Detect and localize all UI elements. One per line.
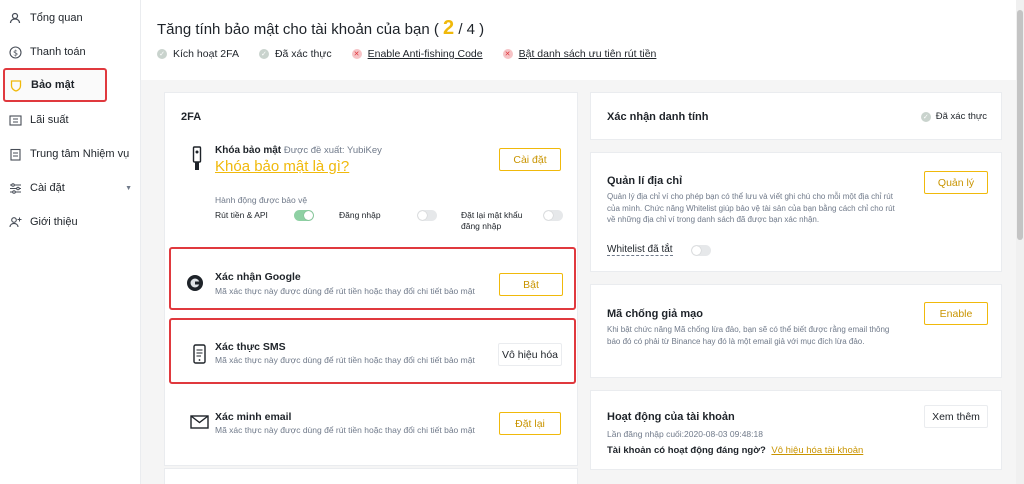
email-verify-title: Xác minh email [215, 411, 292, 423]
email-verify-desc: Mã xác thực này được dùng để rút tiền ho… [215, 425, 475, 435]
disable-account-link[interactable]: Vô hiệu hóa tài khoản [771, 445, 863, 456]
sidebar-item-label: Lãi suất [30, 114, 69, 126]
check-circle-icon: ✓ [157, 49, 167, 59]
sidebar-item-label: Tổng quan [30, 12, 83, 24]
protected-action-label: Đặt lại mật khẩu đăng nhập [461, 210, 523, 231]
sidebar-item-settings[interactable]: Cài đặt ▼ [4, 174, 138, 202]
address-manage-button[interactable]: Quản lý [924, 171, 988, 194]
cross-circle-icon: ✕ [351, 49, 362, 59]
identity-status: ✓ Đã xác thực [920, 111, 987, 122]
sidebar-item-label: Thanh toán [30, 46, 86, 58]
page-title-text: Tăng tính bảo mật cho tài khoản của bạn … [157, 21, 439, 38]
svg-text:$: $ [12, 48, 17, 57]
task-icon [8, 147, 22, 161]
shield-icon [9, 78, 23, 92]
ticket-icon [8, 113, 22, 127]
next-card-sliver [164, 468, 578, 484]
security-key-setup-button[interactable]: Cài đặt [499, 148, 561, 171]
security-key-heading: Khóa bảo mật Được đề xuất: YubiKey [215, 145, 382, 156]
antiphishing-link[interactable]: Enable Anti-fishing Code [368, 48, 483, 60]
address-card: Quản lí địa chỉ Quản lý địa chỉ ví cho p… [590, 152, 1002, 272]
check-label: Đã xác thực [274, 48, 332, 60]
identity-card: Xác nhận danh tính ✓ Đã xác thực [590, 92, 1002, 140]
sidebar-item-payment[interactable]: $ Thanh toán [4, 38, 138, 66]
add-user-icon [8, 215, 22, 229]
protected-actions-label: Hành động được bảo vệ [215, 195, 308, 205]
sidebar-item-security[interactable]: Bảo mật [3, 68, 107, 102]
check-circle-icon: ✓ [920, 111, 931, 122]
progress-current: 2 [443, 17, 455, 39]
whitelist-link[interactable]: Bật danh sách ưu tiên rút tiền [519, 48, 657, 60]
sms-highlight-box [169, 318, 576, 384]
antiphishing-desc: Khi bật chức năng Mã chống lừa đảo, bạn … [607, 325, 890, 346]
page-title: Tăng tính bảo mật cho tài khoản của bạn … [157, 17, 484, 40]
address-desc: Quản lý địa chỉ ví cho phép bạn có thể l… [607, 192, 895, 224]
email-reset-button[interactable]: Đặt lại [499, 412, 561, 435]
sidebar: Tổng quan $ Thanh toán Bảo mật Lãi suất … [0, 0, 141, 484]
protected-action-label: Đăng nhập [339, 210, 381, 220]
cross-circle-icon: ✕ [502, 49, 513, 59]
antiphishing-enable-button[interactable]: Enable [924, 302, 988, 325]
whitelist-label: Whitelist đã tắt [607, 244, 673, 256]
settings-icon [8, 181, 22, 195]
check-circle-icon: ✓ [258, 49, 269, 59]
security-key-recommend: Được đề xuất: YubiKey [283, 145, 382, 156]
identity-title: Xác nhận danh tính [607, 111, 709, 123]
security-key-icon [189, 145, 205, 173]
security-header: Tăng tính bảo mật cho tài khoản của bạn … [141, 0, 1024, 80]
identity-status-text: Đã xác thực [935, 111, 987, 122]
security-key-help-link[interactable]: Khóa bảo mật là gì? [215, 158, 349, 175]
protected-action-label: Rút tiền & API [215, 210, 268, 220]
check-antiphishing[interactable]: ✕ Enable Anti-fishing Code [351, 48, 483, 60]
check-verified: ✓ Đã xác thực [258, 48, 332, 60]
address-title: Quản lí địa chỉ [607, 175, 683, 187]
sidebar-item-label: Cài đặt [30, 182, 65, 194]
activity-view-more-button[interactable]: Xem thêm [924, 405, 988, 428]
whitelist-toggle[interactable] [691, 245, 711, 256]
activity-card: Hoạt động của tài khoản Lần đăng nhập cu… [590, 390, 1002, 470]
user-icon [8, 11, 22, 25]
antiphishing-card: Mã chống giả mạo Khi bật chức năng Mã ch… [590, 284, 1002, 378]
suspicious-activity-question: Tài khoản có hoạt động đáng ngờ? [607, 445, 766, 456]
activity-title: Hoạt động của tài khoản [607, 411, 735, 423]
email-icon [189, 414, 209, 430]
progress-total: / 4 ) [458, 21, 485, 38]
withdraw-api-toggle[interactable] [294, 210, 314, 221]
scrollbar-thumb[interactable] [1017, 10, 1023, 240]
sidebar-item-task-center[interactable]: Trung tâm Nhiệm vụ [4, 140, 138, 168]
suspicious-activity-row: Tài khoản có hoạt động đáng ngờ? Vô hiệu… [607, 445, 863, 456]
check-2fa: ✓ Kích hoạt 2FA [157, 48, 239, 60]
sidebar-item-label: Bảo mật [31, 79, 75, 91]
twofa-title: 2FA [181, 111, 202, 123]
sidebar-item-referral[interactable]: Giới thiệu [4, 208, 138, 236]
last-login-text: Lần đăng nhập cuối:2020-08-03 09:48:18 [607, 429, 763, 439]
sidebar-item-label: Giới thiệu [30, 216, 78, 228]
security-key-title: Khóa bảo mật [215, 145, 282, 156]
antiphishing-title: Mã chống giả mạo [607, 308, 703, 320]
security-checklist: ✓ Kích hoạt 2FA ✓ Đã xác thực ✕ Enable A… [157, 48, 676, 60]
login-toggle[interactable] [417, 210, 437, 221]
sidebar-item-interest[interactable]: Lãi suất [4, 106, 138, 134]
chevron-down-icon: ▼ [125, 184, 132, 192]
dollar-icon: $ [8, 45, 22, 59]
check-label: Kích hoạt 2FA [173, 48, 239, 60]
sidebar-item-label: Trung tâm Nhiệm vụ [30, 148, 130, 160]
google-highlight-box [169, 247, 576, 310]
reset-password-toggle[interactable] [543, 210, 563, 221]
sidebar-item-overview[interactable]: Tổng quan [4, 4, 138, 32]
scrollbar[interactable] [1016, 0, 1024, 484]
check-whitelist[interactable]: ✕ Bật danh sách ưu tiên rút tiền [502, 48, 657, 60]
